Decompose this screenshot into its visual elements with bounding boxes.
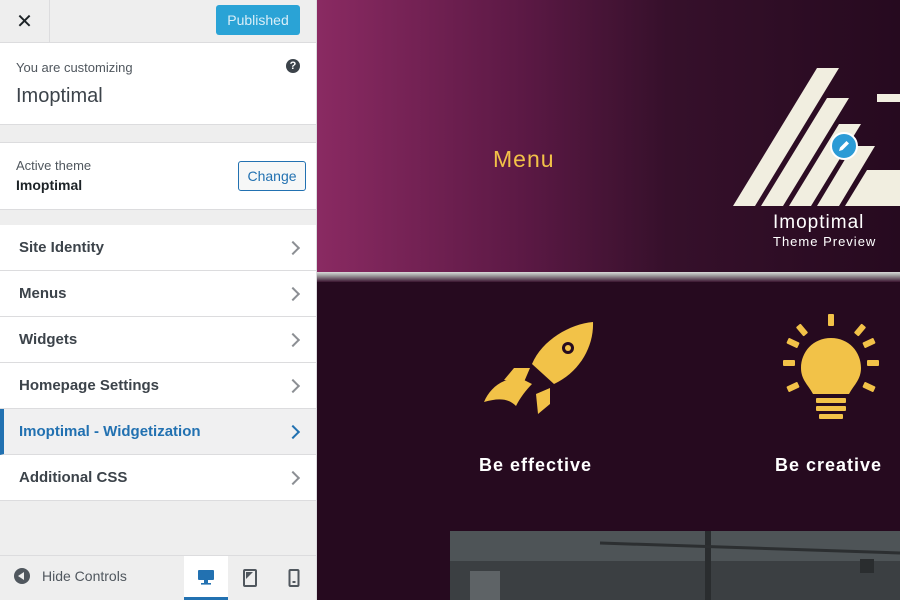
chevron-right-icon (285, 378, 301, 394)
chevron-right-icon (285, 240, 301, 256)
preview-mobile-button[interactable] (272, 556, 316, 600)
desktop-icon (198, 569, 214, 585)
preview-tablet-button[interactable] (228, 556, 272, 600)
section-divider (317, 272, 900, 282)
tablet-icon (243, 569, 257, 587)
section-label: Site Identity (19, 239, 105, 256)
customizer-footer: Hide Controls (0, 555, 316, 600)
lightbulb-icon (783, 314, 879, 419)
preview-photo (450, 531, 900, 600)
pencil-icon (839, 141, 849, 151)
section-label: Imoptimal - Widgetization (19, 423, 201, 440)
customizing-site-name: Imoptimal (16, 85, 103, 107)
chevron-right-icon (285, 332, 301, 348)
chevron-right-icon (285, 286, 301, 302)
preview-menu-link[interactable]: Menu (493, 146, 555, 173)
customizer-sidebar: ✕ Published You are customizing Imoptima… (0, 0, 317, 600)
active-theme-label: Active theme (16, 158, 92, 173)
section-additional-css[interactable]: Additional CSS (0, 455, 316, 501)
close-button[interactable]: ✕ (0, 0, 50, 42)
help-icon[interactable]: ? (286, 59, 300, 73)
section-homepage-settings[interactable]: Homepage Settings (0, 363, 316, 409)
site-preview: Menu Imoptimal Theme Preview Be effectiv… (317, 0, 900, 600)
site-logo (733, 68, 900, 206)
customizer-sections: Site Identity Menus Widgets Homepage Set… (0, 225, 316, 501)
customizing-info: You are customizing Imoptimal ? (0, 43, 316, 125)
published-button[interactable]: Published (216, 5, 300, 35)
preview-site-description: Theme Preview (773, 234, 877, 249)
edit-shortcut-button[interactable] (830, 132, 858, 160)
customizer-header: ✕ Published (0, 0, 316, 43)
collapse-arrow-icon (14, 568, 30, 584)
active-theme-name: Imoptimal (16, 177, 83, 193)
change-theme-button[interactable]: Change (238, 161, 306, 191)
photo-content (450, 531, 900, 600)
preview-desktop-button[interactable] (184, 556, 228, 600)
section-imoptimal-widgetization[interactable]: Imoptimal - Widgetization (0, 409, 316, 455)
section-label: Menus (19, 285, 67, 302)
section-label: Widgets (19, 331, 78, 348)
hide-controls-label: Hide Controls (42, 568, 127, 584)
preview-site-title: Imoptimal (773, 212, 865, 233)
mobile-icon (288, 569, 300, 587)
rocket-icon (484, 322, 594, 414)
section-site-identity[interactable]: Site Identity (0, 225, 316, 271)
section-label: Additional CSS (19, 469, 128, 486)
feature-label-effective: Be effective (479, 455, 593, 475)
chevron-right-icon (285, 470, 301, 486)
close-icon: ✕ (16, 10, 33, 33)
preview-header: Menu Imoptimal Theme Preview (317, 0, 900, 272)
section-widgets[interactable]: Widgets (0, 317, 316, 363)
active-theme-panel: Active theme Imoptimal Change (0, 142, 316, 210)
section-label: Homepage Settings (19, 377, 160, 394)
hide-controls-button[interactable]: Hide Controls (14, 568, 127, 584)
section-menus[interactable]: Menus (0, 271, 316, 317)
customizing-label: You are customizing (16, 60, 133, 75)
feature-label-creative: Be creative (775, 455, 883, 475)
chevron-right-icon (285, 424, 301, 440)
